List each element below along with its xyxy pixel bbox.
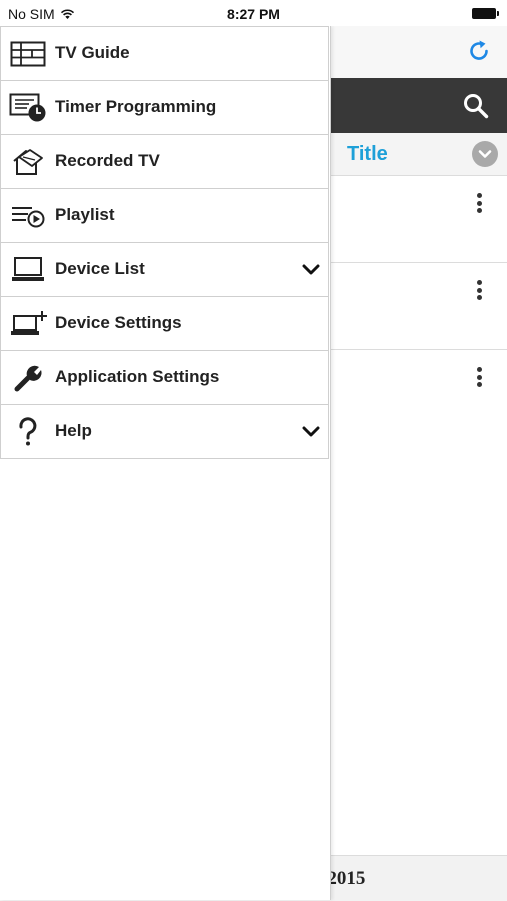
more-button[interactable]	[469, 277, 489, 303]
drawer-menu: TV Guide Timer Programming Recorded TV P…	[0, 26, 330, 459]
menu-item-label: Device List	[55, 259, 145, 278]
device-settings-icon	[9, 309, 47, 339]
refresh-button[interactable]	[465, 37, 493, 65]
chevron-down-icon[interactable]	[300, 421, 322, 443]
battery-icon	[472, 8, 499, 19]
menu-item-device-settings[interactable]: Device Settings	[0, 297, 329, 351]
status-time: 8:27 PM	[227, 6, 280, 22]
more-button[interactable]	[469, 364, 489, 390]
menu-item-label: TV Guide	[55, 43, 130, 62]
playlist-icon	[9, 201, 47, 231]
menu-item-help[interactable]: Help	[0, 405, 329, 459]
more-vertical-icon	[476, 280, 482, 285]
help-icon	[9, 417, 47, 447]
menu-item-recorded-tv[interactable]: Recorded TV	[0, 135, 329, 189]
more-vertical-icon	[476, 193, 482, 198]
status-bar: No SIM 8:27 PM	[0, 0, 507, 26]
menu-item-timer-programming[interactable]: Timer Programming	[0, 81, 329, 135]
menu-item-label: Help	[55, 421, 92, 440]
timer-programming-icon	[9, 93, 47, 123]
menu-item-tv-guide[interactable]: TV Guide	[0, 26, 329, 81]
menu-item-label: Timer Programming	[55, 97, 217, 116]
more-button[interactable]	[469, 190, 489, 216]
refresh-icon	[470, 40, 488, 60]
menu-item-playlist[interactable]: Playlist	[0, 189, 329, 243]
menu-item-label: Recorded TV	[55, 151, 160, 170]
search-icon	[464, 94, 489, 119]
chevron-down-icon[interactable]	[300, 259, 322, 281]
search-button[interactable]	[461, 91, 491, 121]
device-list-icon	[9, 255, 47, 285]
wrench-icon	[9, 363, 47, 393]
more-vertical-icon	[476, 367, 482, 372]
recorded-tv-icon	[9, 147, 47, 177]
menu-item-label: Application Settings	[55, 367, 220, 386]
menu-item-label: Device Settings	[55, 313, 182, 332]
menu-item-device-list[interactable]: Device List	[0, 243, 329, 297]
sort-toggle-button[interactable]	[472, 141, 498, 167]
menu-item-label: Playlist	[55, 205, 115, 224]
tv-guide-icon	[9, 39, 47, 69]
menu-item-application-settings[interactable]: Application Settings	[0, 351, 329, 405]
chevron-down-circle-icon	[478, 150, 492, 158]
navigation-drawer: TV Guide Timer Programming Recorded TV P…	[0, 26, 331, 900]
sort-label[interactable]: Title	[347, 143, 388, 166]
